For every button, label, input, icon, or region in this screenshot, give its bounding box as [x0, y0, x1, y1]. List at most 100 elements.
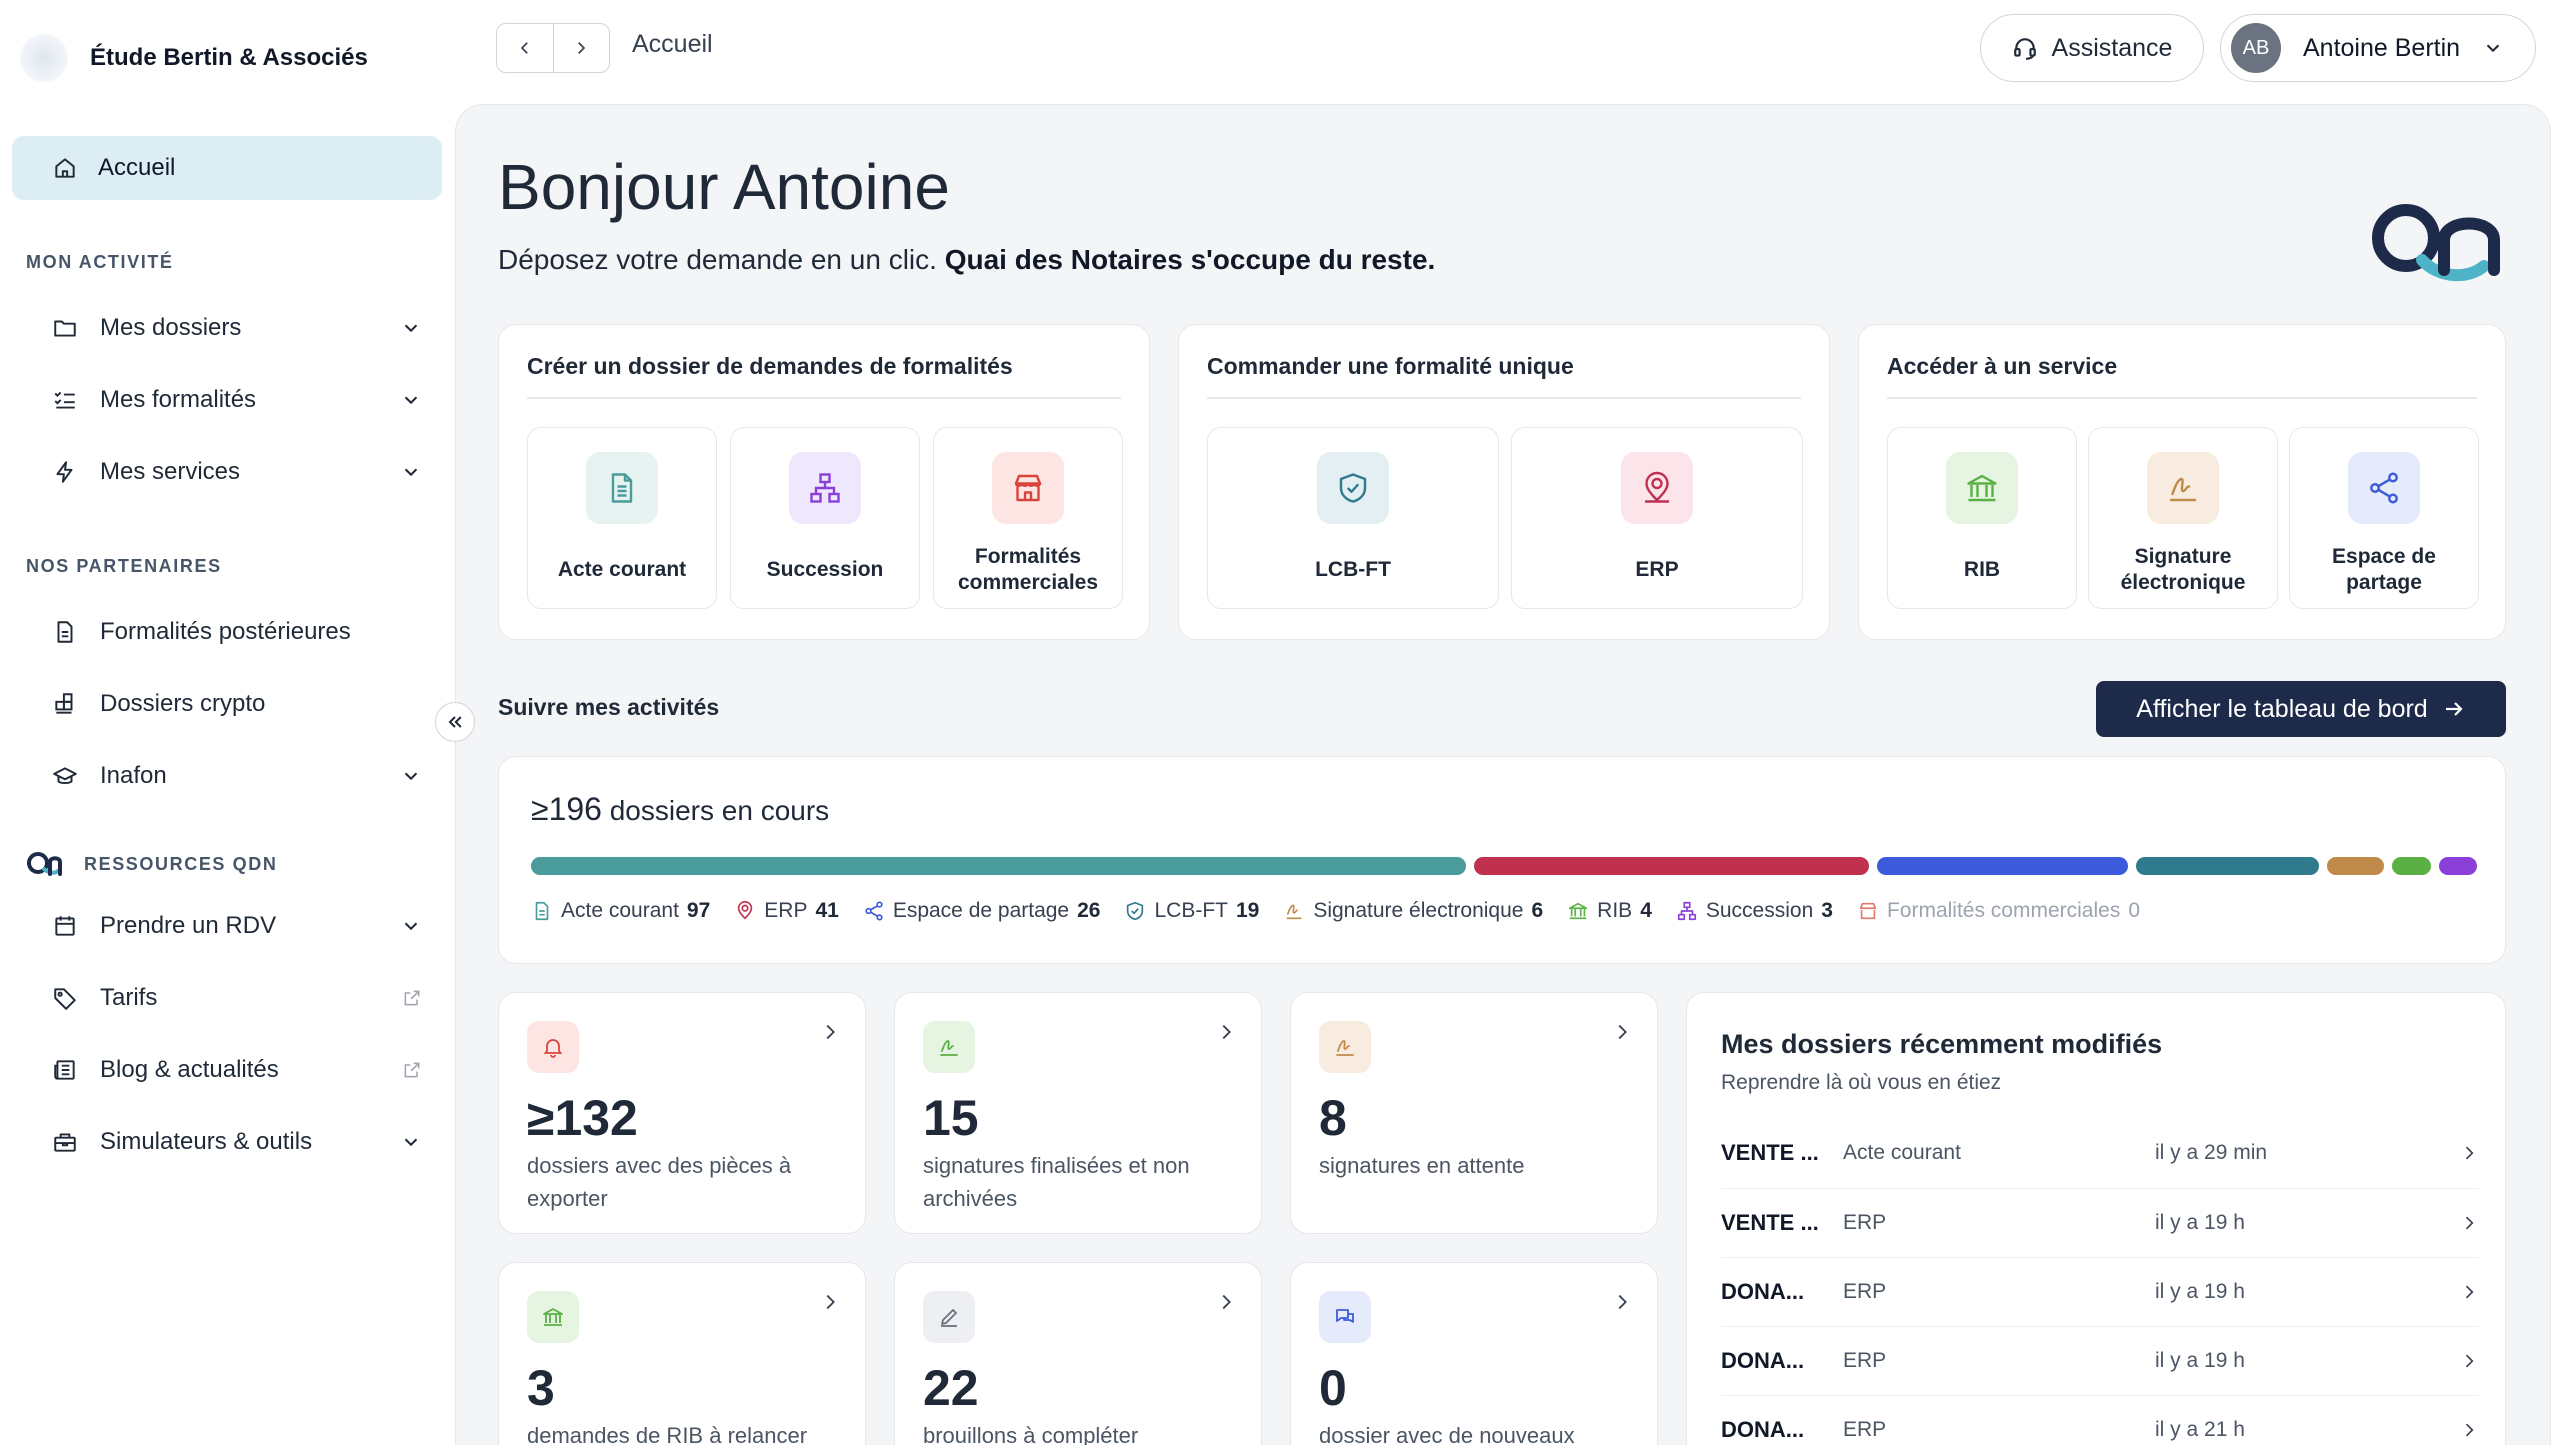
pencil-icon: [941, 1309, 957, 1327]
chevron-down-icon: [404, 468, 418, 477]
home-icon: [55, 158, 75, 178]
sidebar: Étude Bertin & Associés Accueil MON ACTI…: [0, 0, 455, 1445]
user-menu[interactable]: AB Antoine Bertin: [2220, 14, 2536, 82]
tile-icon-box: [1317, 452, 1389, 524]
brand[interactable]: Étude Bertin & Associés: [20, 34, 368, 82]
stat-card-signatures-attente[interactable]: 8 signatures en attente: [1290, 992, 1658, 1234]
chevron-down-icon: [404, 922, 418, 931]
legend-label: LCB-FT: [1154, 899, 1228, 922]
recent-row-date: il y a 19 h: [2155, 1348, 2245, 1372]
stat-label: dossier avec de nouveaux: [1319, 1423, 1575, 1445]
tile-succession[interactable]: Succession: [730, 427, 920, 609]
lightning-icon: [56, 461, 73, 483]
blocks-icon: [55, 693, 73, 714]
recent-row-name: DONA...: [1721, 1278, 1805, 1304]
chevron-right-icon: [826, 1024, 835, 1040]
recent-row[interactable]: DONA... ERP il y a 19 h: [1721, 1257, 2479, 1325]
sidebar-item-home[interactable]: Accueil: [12, 136, 442, 200]
sidebar-item-label: Simulateurs & outils: [100, 1128, 313, 1155]
assistance-button[interactable]: Assistance: [1980, 14, 2204, 82]
progress-segment: [1473, 857, 1869, 875]
progress-segment: [2439, 857, 2477, 875]
avatar: AB: [2231, 23, 2281, 73]
sidebar-item-inafon[interactable]: Inafon: [52, 748, 422, 804]
tile-icon-box: [992, 452, 1064, 524]
tile-rib[interactable]: RIB: [1887, 427, 2077, 609]
chevron-down-icon: [404, 1138, 418, 1147]
recent-row-date: il y a 19 h: [2155, 1279, 2245, 1303]
sidebar-item-simulateurs[interactable]: Simulateurs & outils: [52, 1114, 422, 1170]
firm-name: Étude Bertin & Associés: [90, 44, 368, 71]
section-title-partners: NOS PARTENAIRES: [26, 556, 222, 576]
share-icon: [865, 901, 883, 921]
forward-button[interactable]: [554, 24, 610, 72]
signature-icon: [940, 1040, 958, 1056]
stat-card-rib[interactable]: 3 demandes de RIB à relancer: [498, 1262, 866, 1445]
share-icon: [2370, 472, 2398, 504]
stat-label: dossiers avec des pièces à exporter: [527, 1153, 792, 1211]
tile-espace-partage[interactable]: Espace de partage: [2289, 427, 2479, 609]
section-title-follow: Suivre mes activités: [498, 694, 720, 720]
folder-icon: [54, 320, 76, 337]
sidebar-item-formalites-posterieures[interactable]: Formalités postérieures: [52, 604, 422, 660]
chevron-right-icon: [2465, 1354, 2474, 1367]
sidebar-item-label: Tarifs: [100, 984, 158, 1011]
stat-icon-box: [923, 1291, 975, 1343]
sidebar-item-label: Mes services: [100, 458, 241, 485]
tile-icon-box: [2147, 452, 2219, 524]
recent-row-type: ERP: [1843, 1210, 1887, 1234]
tile-label: RIB: [1963, 558, 2001, 581]
recent-row-type: ERP: [1843, 1417, 1887, 1441]
stat-icon-box: [923, 1021, 975, 1073]
recent-row[interactable]: DONA... ERP il y a 21 h: [1721, 1395, 2479, 1445]
card-formalite-unique: Commander une formalité unique LCB-FT ER…: [1178, 324, 1830, 640]
checklist-icon: [54, 391, 75, 409]
legend-value: 6: [1531, 899, 1544, 922]
hierarchy-icon: [1677, 901, 1696, 921]
calendar-icon: [55, 916, 75, 936]
tile-acte-courant[interactable]: Acte courant: [527, 427, 717, 609]
legend-label: Formalités commerciales: [1886, 899, 2121, 922]
divider: [527, 397, 1121, 399]
legend-label: Acte courant: [561, 899, 679, 922]
chevron-right-icon: [1222, 1024, 1231, 1040]
document-icon: [535, 901, 549, 921]
divider: [1887, 397, 2477, 399]
dashboard-button[interactable]: Afficher le tableau de bord: [2096, 681, 2506, 737]
back-button[interactable]: [497, 24, 554, 72]
sidebar-item-label: Mes formalités: [100, 386, 257, 413]
recent-dossiers-card: Mes dossiers récemment modifiés Reprendr…: [1686, 992, 2506, 1445]
stat-card-nouveaux[interactable]: 0 dossier avec de nouveaux: [1290, 1262, 1658, 1445]
tile-formalites-commerciales[interactable]: Formalités commerciales: [933, 427, 1123, 609]
sidebar-item-prendre-rdv[interactable]: Prendre un RDV: [52, 898, 422, 954]
recent-title: Mes dossiers récemment modifiés: [1721, 1029, 2163, 1059]
recent-row-name: VENTE ...: [1721, 1140, 1819, 1165]
chevron-left-icon: [520, 42, 528, 54]
stat-card-signatures-finalisees[interactable]: 15 signatures finalisées et non archivée…: [894, 992, 1262, 1234]
sidebar-item-tarifs[interactable]: Tarifs: [52, 970, 422, 1026]
bank-icon: [1967, 474, 1997, 502]
recent-row[interactable]: DONA... ERP il y a 19 h: [1721, 1326, 2479, 1394]
sidebar-item-mes-formalites[interactable]: Mes formalités: [52, 372, 422, 428]
sidebar-item-blog[interactable]: Blog & actualités: [52, 1042, 422, 1098]
stat-card-brouillons[interactable]: 22 brouillons à compléter: [894, 1262, 1262, 1445]
bank-icon: [1569, 902, 1588, 920]
tile-lcb-ft[interactable]: LCB-FT: [1207, 427, 1499, 609]
sidebar-item-mes-services[interactable]: Mes services: [52, 444, 422, 500]
recent-row[interactable]: VENTE ... ERP il y a 19 h: [1721, 1188, 2479, 1256]
arrow-right-icon: [2445, 702, 2463, 716]
card-acceder-service: Accéder à un service RIB Signature élect…: [1858, 324, 2506, 640]
collapse-sidebar-button[interactable]: [435, 702, 475, 742]
chevron-right-icon: [2465, 1146, 2474, 1160]
chevron-down-icon: [404, 324, 418, 333]
sidebar-item-dossiers-crypto[interactable]: Dossiers crypto: [52, 676, 422, 732]
sidebar-item-mes-dossiers[interactable]: Mes dossiers: [52, 300, 422, 356]
chevron-right-icon: [2465, 1423, 2474, 1436]
legend-item: Signature électronique 6: [1283, 899, 1543, 923]
stat-value: 22: [923, 1360, 979, 1416]
tile-signature-electronique[interactable]: Signature électronique: [2088, 427, 2278, 609]
recent-row[interactable]: VENTE ... Acte courant il y a 29 min: [1721, 1119, 2479, 1187]
tile-erp[interactable]: ERP: [1511, 427, 1803, 609]
document-icon: [57, 621, 73, 643]
stat-card-pieces[interactable]: ≥132 dossiers avec des pièces à exporter: [498, 992, 866, 1234]
